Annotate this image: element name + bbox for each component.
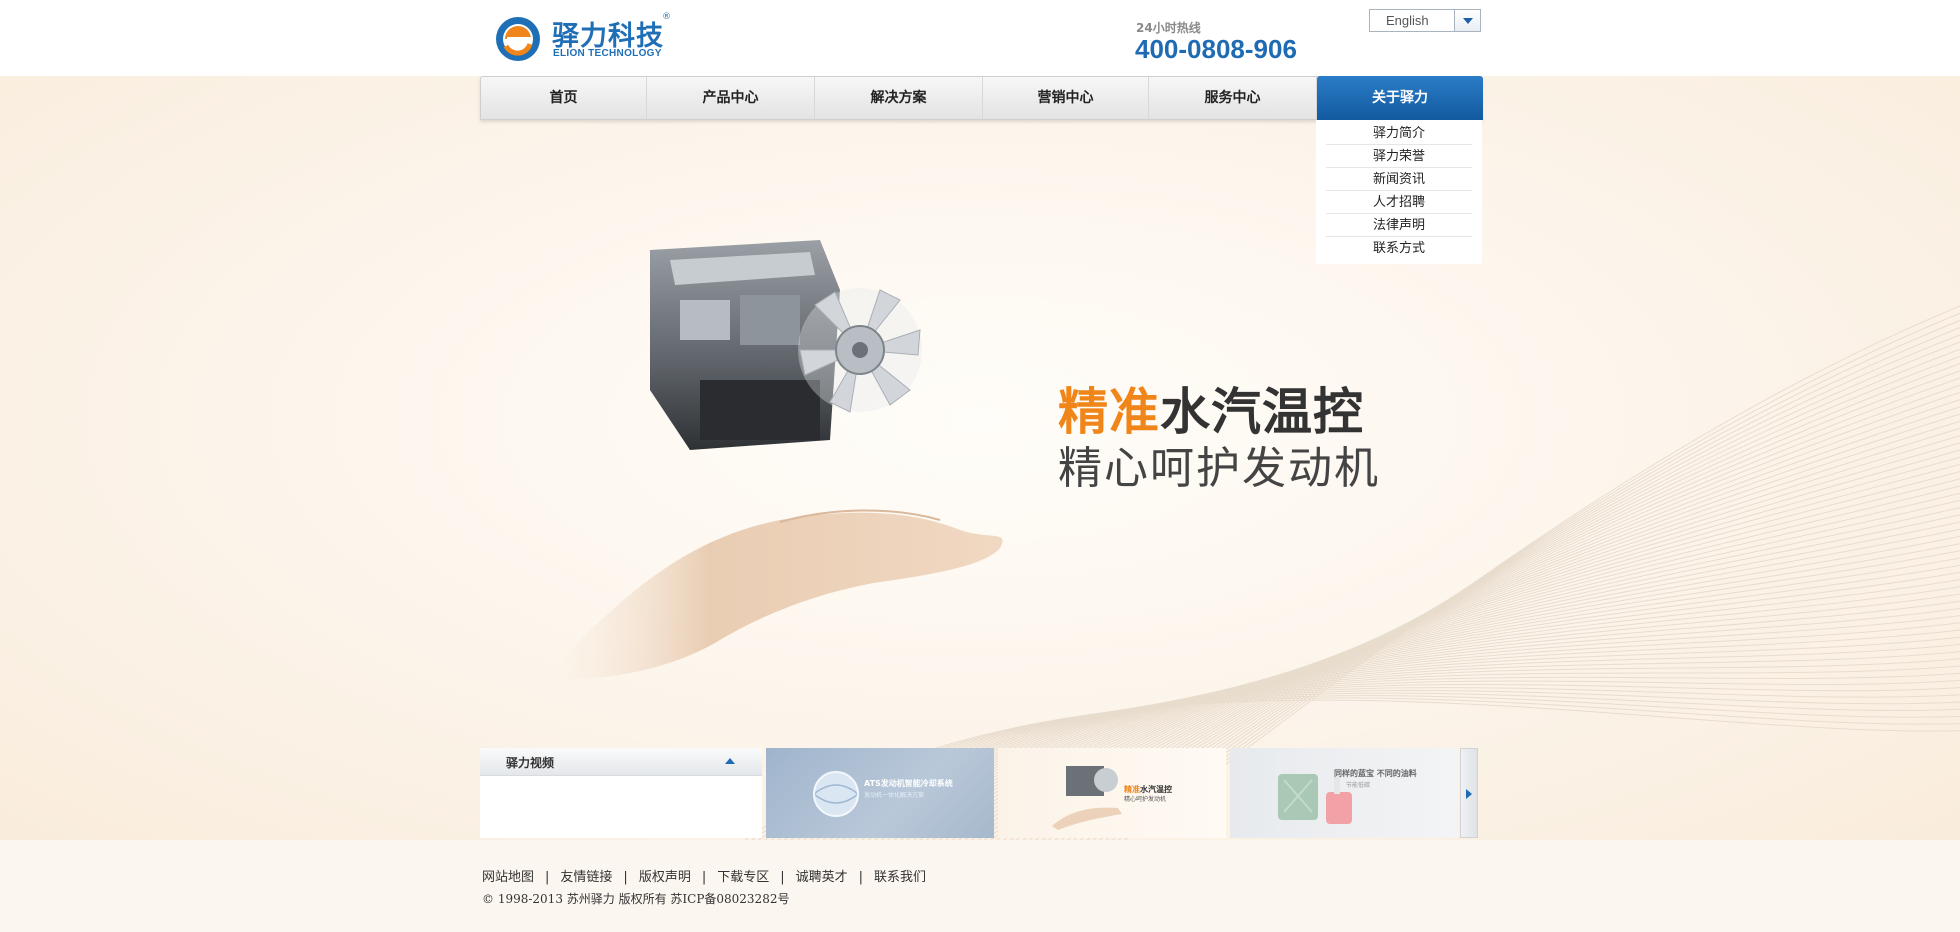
footer-separator: | (623, 870, 628, 885)
main-nav: 首页 产品中心 解决方案 营销中心 服务中心 关于驿力 (480, 76, 1483, 120)
footer-separator: | (780, 870, 785, 885)
thumbnail-3-caption: 同样的蓝宝 不同的油料 (1334, 769, 1417, 778)
thumbnail-1-sub: 发动机一体化解决方案 (864, 792, 925, 799)
thumbnail-1-caption: ATS发动机智能冷却系统 (864, 779, 953, 788)
site-footer: 网站地图 | 友情链接 | 版权声明 | 下载专区 | 诚聘英才 | 联系我们 © 1998-201… (0, 840, 1960, 932)
thumbnail-3-sub: 节能低碳 (1346, 782, 1371, 789)
video-panel-header[interactable]: 驿力视频 (480, 748, 762, 776)
dropdown-item-news[interactable]: 新闻资讯 (1326, 168, 1472, 191)
chevron-down-icon (1463, 18, 1473, 24)
nav-item-products[interactable]: 产品中心 (647, 77, 815, 119)
engine-mini-icon (1052, 766, 1122, 830)
engine-hand-illustration (550, 240, 1003, 680)
logo-text-en: ELION TECHNOLOGY (553, 48, 662, 59)
language-dropdown-button[interactable] (1454, 10, 1480, 31)
site-header: 驿力科技 ® ELION TECHNOLOGY 24小时热线 400-0808-… (0, 0, 1960, 76)
video-panel-title: 驿力视频 (506, 756, 555, 770)
footer-link-sitemap[interactable]: 网站地图 (482, 870, 534, 885)
hotline-number: 400-0808-906 (1135, 34, 1297, 64)
dropdown-item-careers[interactable]: 人才招聘 (1326, 191, 1472, 214)
banner-thumbnail-2[interactable]: 精准水汽温控 精心呵护发动机 (998, 748, 1226, 838)
language-value: English (1386, 13, 1429, 28)
footer-link-copyright[interactable]: 版权声明 (639, 870, 691, 885)
logo-registered-mark: ® (662, 12, 671, 22)
dropdown-item-contact[interactable]: 联系方式 (1326, 237, 1472, 260)
chevron-right-icon (1466, 789, 1472, 799)
footer-separator: | (858, 870, 864, 885)
chevron-up-icon[interactable] (725, 758, 735, 764)
thumbnail-2-sub: 精心呵护发动机 (1124, 796, 1167, 803)
dropdown-item-legal[interactable]: 法律声明 (1326, 214, 1472, 237)
logo-e-icon (496, 17, 540, 61)
globe-icon (812, 771, 860, 817)
nav-item-home[interactable]: 首页 (481, 77, 647, 119)
dropdown-item-honors[interactable]: 驿力荣誉 (1326, 145, 1472, 168)
video-panel: 驿力视频 (480, 748, 762, 838)
dropdown-item-intro[interactable]: 驿力简介 (1326, 122, 1472, 145)
footer-link-contact[interactable]: 联系我们 (874, 870, 926, 885)
thumbnail-2-caption-accent: 精准 (1124, 785, 1140, 794)
nav-item-service[interactable]: 服务中心 (1149, 77, 1317, 119)
banner-thumbnail-3[interactable]: 同样的蓝宝 不同的油料 节能低碳 (1230, 748, 1458, 838)
banner-thumbnail-1[interactable]: ATS发动机智能冷却系统 发动机一体化解决方案 (766, 748, 994, 838)
footer-link-downloads[interactable]: 下载专区 (717, 870, 769, 885)
footer-link-friends[interactable]: 友情链接 (560, 870, 612, 885)
thumbnail-2-caption-rest: 水汽温控 (1140, 785, 1172, 794)
nav-item-marketing[interactable]: 营销中心 (983, 77, 1149, 119)
site-logo[interactable]: 驿力科技 ® ELION TECHNOLOGY (494, 12, 684, 62)
thumbnail-next-button[interactable] (1460, 748, 1478, 838)
footer-separator: | (545, 870, 550, 885)
footer-links: 网站地图 | 友情链接 | 版权声明 | 下载专区 | 诚聘英才 | 联系我们 (482, 866, 926, 885)
about-dropdown-menu: 驿力简介 驿力荣誉 新闻资讯 人才招聘 法律声明 联系方式 (1316, 120, 1482, 264)
footer-link-careers[interactable]: 诚聘英才 (796, 870, 848, 885)
hero-slogan-line2: 精心呵护发动机 (1058, 443, 1380, 494)
language-select[interactable]: English (1369, 9, 1481, 32)
nav-item-about[interactable]: 关于驿力 (1317, 76, 1483, 120)
footer-separator: | (701, 870, 707, 885)
copyright-text: © 1998-2013 苏州驿力 版权所有 苏ICP备08023282号 (482, 892, 790, 906)
nav-item-solutions[interactable]: 解决方案 (815, 77, 983, 119)
